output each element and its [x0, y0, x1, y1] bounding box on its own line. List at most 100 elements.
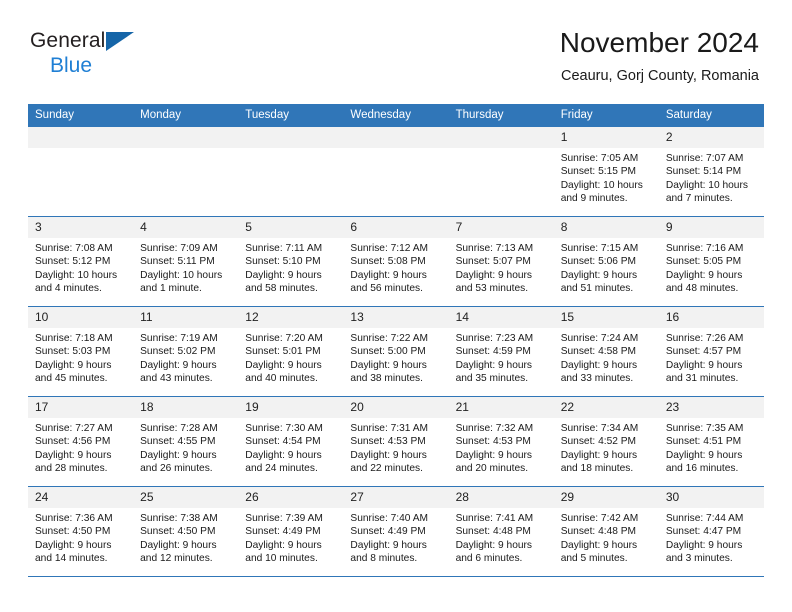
sunset-text: Sunset: 4:53 PM	[350, 436, 426, 448]
sunset-text: Sunset: 4:59 PM	[455, 346, 531, 358]
calendar-day-cell[interactable]: 13 Sunrise: 7:22 AM Sunset: 5:00 PM Dayligh…	[343, 306, 449, 397]
day-details: Sunrise: 7:32 AM Sunset: 4:53 PM Daylight:…	[449, 418, 554, 476]
calendar-day-cell[interactable]: 4 Sunrise: 7:09 AM Sunset: 5:11 PM Daylight…	[133, 216, 239, 307]
calendar-day-cell[interactable]: 5 Sunrise: 7:11 AM Sunset: 5:10 PM Daylight…	[238, 216, 344, 307]
day-number: 7	[448, 217, 554, 238]
calendar-day-cell[interactable]: 27 Sunrise: 7:40 AM Sunset: 4:49 PM Dayligh…	[343, 486, 449, 577]
calendar-day-cell[interactable]: 28 Sunrise: 7:41 AM Sunset: 4:48 PM Dayligh…	[448, 486, 554, 577]
day-details: Sunrise: 7:42 AM Sunset: 4:48 PM Daylight:…	[554, 508, 659, 566]
daylight-text-line2: and 5 minutes.	[560, 553, 628, 565]
day-number: 21	[448, 397, 554, 418]
calendar-day-cell[interactable]: 14 Sunrise: 7:23 AM Sunset: 4:59 PM Dayligh…	[448, 306, 554, 397]
calendar-day-cell[interactable]: 8 Sunrise: 7:15 AM Sunset: 5:06 PM Daylight…	[553, 216, 659, 307]
sunset-text: Sunset: 5:03 PM	[35, 346, 111, 358]
day-details: Sunrise: 7:34 AM Sunset: 4:52 PM Daylight:…	[554, 418, 659, 476]
daylight-text-line1: Daylight: 9 hours	[560, 359, 638, 371]
daylight-text-line2: and 38 minutes.	[350, 373, 423, 385]
sunset-text: Sunset: 4:55 PM	[140, 436, 216, 448]
sunset-text: Sunset: 4:57 PM	[665, 346, 742, 358]
calendar-day-cell[interactable]: 29 Sunrise: 7:42 AM Sunset: 4:48 PM Dayligh…	[553, 486, 659, 577]
sunrise-text: Sunrise: 7:26 AM	[665, 333, 744, 344]
daylight-text-line2: and 35 minutes.	[455, 373, 529, 385]
daylight-text-line1: Daylight: 9 hours	[140, 359, 217, 371]
daylight-text-line1: Daylight: 9 hours	[140, 449, 217, 461]
sunrise-text: Sunrise: 7:05 AM	[560, 153, 639, 164]
daylight-text-line1: Daylight: 9 hours	[35, 449, 112, 461]
sunrise-text: Sunrise: 7:28 AM	[140, 423, 218, 434]
calendar-day-cell[interactable]: 16 Sunrise: 7:26 AM Sunset: 4:57 PM Dayligh…	[658, 306, 764, 397]
daylight-text-line2: and 56 minutes.	[350, 283, 423, 295]
sunset-text: Sunset: 4:54 PM	[245, 436, 321, 448]
calendar-day-cell[interactable]: 25 Sunrise: 7:38 AM Sunset: 4:50 PM Dayligh…	[133, 486, 239, 577]
sunset-text: Sunset: 5:06 PM	[560, 256, 637, 268]
calendar-day-cell[interactable]: 2 Sunrise: 7:07 AM Sunset: 5:14 PM Daylight…	[658, 127, 764, 217]
sunrise-text: Sunrise: 7:35 AM	[665, 423, 744, 434]
calendar-day-cell[interactable]: 6 Sunrise: 7:12 AM Sunset: 5:08 PM Daylight…	[343, 216, 449, 307]
day-number: 14	[448, 307, 554, 328]
day-details: Sunrise: 7:12 AM Sunset: 5:08 PM Daylight:…	[343, 238, 448, 296]
sunrise-text: Sunrise: 7:36 AM	[35, 513, 113, 524]
daylight-text-line1: Daylight: 9 hours	[455, 359, 533, 371]
sunrise-text: Sunrise: 7:41 AM	[455, 513, 534, 524]
daylight-text-line2: and 1 minute.	[140, 283, 202, 295]
calendar-day-cell[interactable]: 24 Sunrise: 7:36 AM Sunset: 4:50 PM Dayligh…	[28, 486, 134, 577]
calendar-day-cell[interactable]: 18 Sunrise: 7:28 AM Sunset: 4:55 PM Dayligh…	[133, 396, 239, 487]
sunset-text: Sunset: 4:50 PM	[35, 526, 111, 538]
sunrise-text: Sunrise: 7:07 AM	[665, 153, 744, 164]
daylight-text-line1: Daylight: 9 hours	[455, 539, 533, 551]
calendar-day-cell[interactable]: 22 Sunrise: 7:34 AM Sunset: 4:52 PM Dayligh…	[553, 396, 659, 487]
calendar-day-cell[interactable]: 30 Sunrise: 7:44 AM Sunset: 4:47 PM Dayligh…	[658, 486, 764, 577]
day-details: Sunrise: 7:19 AM Sunset: 5:02 PM Daylight:…	[133, 328, 238, 386]
day-details: Sunrise: 7:41 AM Sunset: 4:48 PM Daylight:…	[449, 508, 554, 566]
day-number: 26	[238, 487, 344, 508]
day-number: 11	[133, 307, 239, 328]
daylight-text-line1: Daylight: 9 hours	[350, 269, 427, 281]
day-details: Sunrise: 7:39 AM Sunset: 4:49 PM Daylight:…	[238, 508, 343, 566]
daylight-text-line1: Daylight: 9 hours	[35, 539, 112, 551]
calendar-day-cell[interactable]: 9 Sunrise: 7:16 AM Sunset: 5:05 PM Daylight…	[658, 216, 764, 307]
calendar-day-cell[interactable]: 23 Sunrise: 7:35 AM Sunset: 4:51 PM Dayligh…	[658, 396, 764, 487]
day-number: 30	[658, 487, 764, 508]
day-details: Sunrise: 7:08 AM Sunset: 5:12 PM Daylight:…	[28, 238, 133, 296]
daylight-text-line1: Daylight: 9 hours	[350, 539, 427, 551]
daylight-text-line2: and 22 minutes.	[350, 463, 423, 475]
daylight-text-line1: Daylight: 9 hours	[245, 359, 322, 371]
calendar-day-cell[interactable]: 17 Sunrise: 7:27 AM Sunset: 4:56 PM Dayligh…	[28, 396, 134, 487]
calendar-day-cell[interactable]: 1 Sunrise: 7:05 AM Sunset: 5:15 PM Daylight…	[553, 127, 659, 217]
calendar-day-cell[interactable]: 15 Sunrise: 7:24 AM Sunset: 4:58 PM Dayligh…	[553, 306, 659, 397]
calendar-day-cell[interactable]: 10 Sunrise: 7:18 AM Sunset: 5:03 PM Dayligh…	[28, 306, 134, 397]
day-details: Sunrise: 7:27 AM Sunset: 4:56 PM Daylight:…	[28, 418, 133, 476]
sunrise-text: Sunrise: 7:20 AM	[245, 333, 323, 344]
sunset-text: Sunset: 4:48 PM	[455, 526, 531, 538]
daylight-text-line1: Daylight: 9 hours	[350, 449, 427, 461]
calendar-day-cell[interactable]: 19 Sunrise: 7:30 AM Sunset: 4:54 PM Dayligh…	[238, 396, 344, 487]
day-details: Sunrise: 7:09 AM Sunset: 5:11 PM Daylight:…	[133, 238, 238, 296]
day-number: 12	[238, 307, 344, 328]
daylight-text-line2: and 48 minutes.	[665, 283, 739, 295]
calendar-day-cell[interactable]: 11 Sunrise: 7:19 AM Sunset: 5:02 PM Dayligh…	[133, 306, 239, 397]
day-number: 9	[658, 217, 764, 238]
calendar-day-cell[interactable]: 21 Sunrise: 7:32 AM Sunset: 4:53 PM Dayligh…	[448, 396, 554, 487]
sunset-text: Sunset: 5:00 PM	[350, 346, 426, 358]
calendar-day-cell-empty	[28, 127, 134, 217]
day-number: 25	[133, 487, 239, 508]
calendar-day-cell[interactable]: 20 Sunrise: 7:31 AM Sunset: 4:53 PM Dayligh…	[343, 396, 449, 487]
sunrise-text: Sunrise: 7:19 AM	[140, 333, 218, 344]
day-details: Sunrise: 7:30 AM Sunset: 4:54 PM Daylight:…	[238, 418, 343, 476]
sunset-text: Sunset: 4:47 PM	[665, 526, 742, 538]
sunset-text: Sunset: 5:10 PM	[245, 256, 321, 268]
sunrise-text: Sunrise: 7:38 AM	[140, 513, 218, 524]
calendar-day-cell[interactable]: 26 Sunrise: 7:39 AM Sunset: 4:49 PM Dayligh…	[238, 486, 344, 577]
day-number: 8	[553, 217, 659, 238]
daylight-text-line1: Daylight: 9 hours	[35, 359, 112, 371]
sunset-text: Sunset: 5:14 PM	[665, 166, 742, 178]
daylight-text-line1: Daylight: 9 hours	[560, 449, 638, 461]
day-number: 3	[28, 217, 134, 238]
calendar-day-cell[interactable]: 3 Sunrise: 7:08 AM Sunset: 5:12 PM Daylight…	[28, 216, 134, 307]
day-number: 20	[343, 397, 449, 418]
calendar-day-cell[interactable]: 7 Sunrise: 7:13 AM Sunset: 5:07 PM Daylight…	[448, 216, 554, 307]
calendar-day-cell[interactable]: 12 Sunrise: 7:20 AM Sunset: 5:01 PM Dayligh…	[238, 306, 344, 397]
sunrise-text: Sunrise: 7:13 AM	[455, 243, 534, 254]
daylight-text-line1: Daylight: 9 hours	[140, 539, 217, 551]
day-details: Sunrise: 7:38 AM Sunset: 4:50 PM Daylight:…	[133, 508, 238, 566]
